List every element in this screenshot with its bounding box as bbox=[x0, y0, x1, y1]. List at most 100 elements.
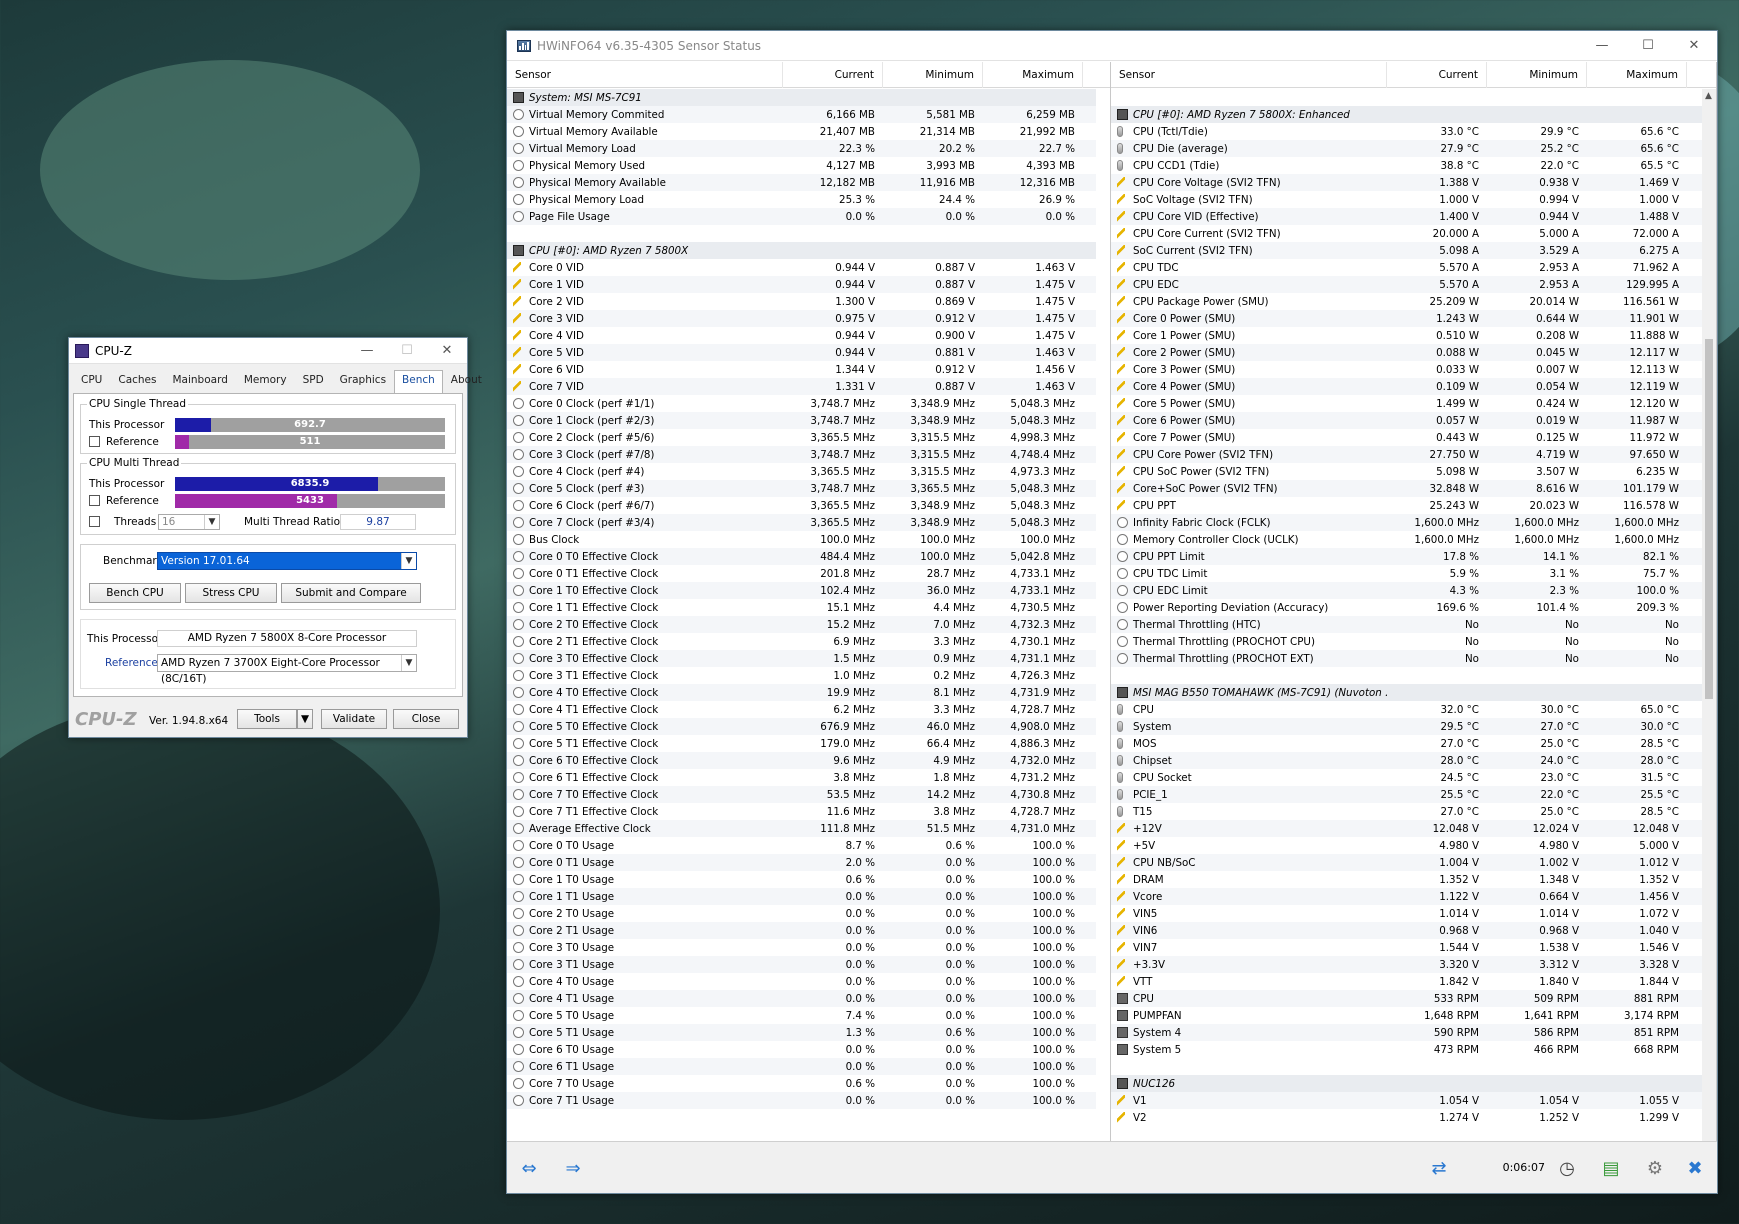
sensor-row[interactable]: System 29.5 °C 27.0 °C 30.0 °C bbox=[1111, 718, 1702, 735]
sensor-row[interactable]: VIN6 0.968 V 0.968 V 1.040 V bbox=[1111, 922, 1702, 939]
sensor-row[interactable]: Core 0 T0 Usage 8.7 % 0.6 % 100.0 % bbox=[507, 837, 1096, 854]
sensor-row[interactable]: Core 1 T0 Effective Clock 102.4 MHz 36.0 M… bbox=[507, 582, 1096, 599]
sensor-row[interactable]: Core 3 Clock (perf #7/8) 3,748.7 MHz 3,315… bbox=[507, 446, 1096, 463]
sensor-group-header[interactable]: CPU [#0]: AMD Ryzen 7 5800X: Enhanced bbox=[1111, 106, 1702, 123]
sensor-row[interactable]: Core 0 T1 Effective Clock 201.8 MHz 28.7 M… bbox=[507, 565, 1096, 582]
sensor-row[interactable]: CPU EDC 5.570 A 2.953 A 129.995 A bbox=[1111, 276, 1702, 293]
sensor-row[interactable]: Core 0 Power (SMU) 1.243 W 0.644 W 11.901 W bbox=[1111, 310, 1702, 327]
exit-icon[interactable]: ✖ bbox=[1677, 1152, 1713, 1184]
sensor-pane-left[interactable]: Sensor Current Minimum Maximum System: M… bbox=[507, 61, 1111, 1170]
sensor-row[interactable]: Bus Clock 100.0 MHz 100.0 MHz 100.0 MHz bbox=[507, 531, 1096, 548]
sensor-row[interactable]: CPU (Tctl/Tdie) 33.0 °C 29.9 °C 65.6 °C bbox=[1111, 123, 1702, 140]
sensor-row[interactable]: Thermal Throttling (HTC) No No No bbox=[1111, 616, 1702, 633]
sensor-row[interactable]: CPU 533 RPM 509 RPM 881 RPM bbox=[1111, 990, 1702, 1007]
sensor-row[interactable]: Core 3 T1 Usage 0.0 % 0.0 % 100.0 % bbox=[507, 956, 1096, 973]
sensor-row[interactable]: Core 7 Power (SMU) 0.443 W 0.125 W 11.972 W bbox=[1111, 429, 1702, 446]
sensor-row[interactable]: Virtual Memory Available 21,407 MB 21,314 … bbox=[507, 123, 1096, 140]
clock-reset-icon[interactable]: ◷ bbox=[1549, 1152, 1585, 1184]
reference-select[interactable]: AMD Ryzen 7 3700X Eight-Core Processor (… bbox=[157, 654, 417, 685]
sensor-row[interactable]: Core 2 T0 Usage 0.0 % 0.0 % 100.0 % bbox=[507, 905, 1096, 922]
sensor-row[interactable]: +5V 4.980 V 4.980 V 5.000 V bbox=[1111, 837, 1702, 854]
close-icon[interactable]: ✕ bbox=[427, 338, 467, 364]
sensor-row[interactable]: CPU Die (average) 27.9 °C 25.2 °C 65.6 °C bbox=[1111, 140, 1702, 157]
sensor-row[interactable]: CPU 32.0 °C 30.0 °C 65.0 °C bbox=[1111, 701, 1702, 718]
sensor-row[interactable]: Core 6 T0 Effective Clock 9.6 MHz 4.9 MHz 4… bbox=[507, 752, 1096, 769]
sensor-row[interactable]: +3.3V 3.320 V 3.312 V 3.328 V bbox=[1111, 956, 1702, 973]
sensor-row[interactable]: VIN5 1.014 V 1.014 V 1.072 V bbox=[1111, 905, 1702, 922]
tools-dropdown-icon[interactable]: ▼ bbox=[297, 709, 313, 729]
sensor-row[interactable]: VIN7 1.544 V 1.538 V 1.546 V bbox=[1111, 939, 1702, 956]
network-icon[interactable]: ⇄ bbox=[1421, 1152, 1457, 1184]
sensor-row[interactable]: Core 3 T0 Usage 0.0 % 0.0 % 100.0 % bbox=[507, 939, 1096, 956]
sensor-row[interactable]: Core 3 VID 0.975 V 0.912 V 1.475 V bbox=[507, 310, 1096, 327]
threads-select[interactable]: 16 ▼ bbox=[158, 513, 220, 530]
sensor-row[interactable]: CPU EDC Limit 4.3 % 2.3 % 100.0 % bbox=[1111, 582, 1702, 599]
sensor-row[interactable]: Core 5 Clock (perf #3) 3,748.7 MHz 3,365.5… bbox=[507, 480, 1096, 497]
sensor-row[interactable]: CPU SoC Power (SVI2 TFN) 5.098 W 3.507 W 6.… bbox=[1111, 463, 1702, 480]
sensor-row[interactable]: Core 6 T1 Effective Clock 3.8 MHz 1.8 MHz 4… bbox=[507, 769, 1096, 786]
sensor-row[interactable]: Core 2 VID 1.300 V 0.869 V 1.475 V bbox=[507, 293, 1096, 310]
sensor-row[interactable]: Average Effective Clock 111.8 MHz 51.5 MHz… bbox=[507, 820, 1096, 837]
minimize-icon[interactable]: — bbox=[347, 338, 387, 364]
sensor-row[interactable]: Core 6 T1 Usage 0.0 % 0.0 % 100.0 % bbox=[507, 1058, 1096, 1075]
sensor-row[interactable]: CPU CCD1 (Tdie) 38.8 °C 22.0 °C 65.5 °C bbox=[1111, 157, 1702, 174]
sensor-row[interactable]: Core 7 Clock (perf #3/4) 3,365.5 MHz 3,348… bbox=[507, 514, 1096, 531]
header-minimum[interactable]: Minimum bbox=[1487, 61, 1587, 88]
sensor-row[interactable]: PCIE_1 25.5 °C 22.0 °C 25.5 °C bbox=[1111, 786, 1702, 803]
sensor-group-header[interactable]: System: MSI MS-7C91 bbox=[507, 89, 1096, 106]
sensor-row[interactable]: Core 0 Clock (perf #1/1) 3,748.7 MHz 3,348… bbox=[507, 395, 1096, 412]
sensor-row[interactable]: Core 7 T1 Usage 0.0 % 0.0 % 100.0 % bbox=[507, 1092, 1096, 1109]
sensor-row[interactable]: Core 6 T0 Usage 0.0 % 0.0 % 100.0 % bbox=[507, 1041, 1096, 1058]
sensor-group-header[interactable]: MSI MAG B550 TOMAHAWK (MS-7C91) (Nuvoton… bbox=[1111, 684, 1702, 701]
sensor-row[interactable]: Virtual Memory Load 22.3 % 20.2 % 22.7 % bbox=[507, 140, 1096, 157]
header-maximum[interactable]: Maximum bbox=[983, 61, 1083, 88]
sensor-row[interactable]: SoC Current (SVI2 TFN) 5.098 A 3.529 A 6.27… bbox=[1111, 242, 1702, 259]
sensor-row[interactable]: Core 5 T1 Usage 1.3 % 0.6 % 100.0 % bbox=[507, 1024, 1096, 1041]
sensor-row[interactable]: Core 1 T1 Effective Clock 15.1 MHz 4.4 MHz… bbox=[507, 599, 1096, 616]
log-file-icon[interactable]: ▤ bbox=[1593, 1152, 1629, 1184]
benchmark-version-select[interactable]: Version 17.01.64 ▼ bbox=[157, 552, 417, 570]
close-icon[interactable]: ✕ bbox=[1671, 31, 1717, 61]
sensor-row[interactable]: +12V 12.048 V 12.024 V 12.048 V bbox=[1111, 820, 1702, 837]
sensor-row[interactable]: Core 2 Power (SMU) 0.088 W 0.045 W 12.117 W bbox=[1111, 344, 1702, 361]
sensor-row[interactable]: Core 5 VID 0.944 V 0.881 V 1.463 V bbox=[507, 344, 1096, 361]
arrows-left-right-icon[interactable]: ⇔ bbox=[511, 1152, 547, 1184]
sensor-row[interactable]: Core 7 T0 Usage 0.6 % 0.0 % 100.0 % bbox=[507, 1075, 1096, 1092]
sensor-row[interactable]: CPU TDC 5.570 A 2.953 A 71.962 A bbox=[1111, 259, 1702, 276]
tab-mainboard[interactable]: Mainboard bbox=[164, 370, 235, 394]
sensor-row[interactable]: CPU Core Current (SVI2 TFN) 20.000 A 5.000… bbox=[1111, 225, 1702, 242]
sensor-row[interactable]: CPU TDC Limit 5.9 % 3.1 % 75.7 % bbox=[1111, 565, 1702, 582]
multi-reference-checkbox[interactable] bbox=[89, 495, 100, 506]
sensor-group-header[interactable]: NUC126 bbox=[1111, 1075, 1702, 1092]
sensor-row[interactable]: SoC Voltage (SVI2 TFN) 1.000 V 0.994 V 1.00… bbox=[1111, 191, 1702, 208]
settings-gear-icon[interactable]: ⚙ bbox=[1637, 1152, 1673, 1184]
sensor-row[interactable]: Vcore 1.122 V 0.664 V 1.456 V bbox=[1111, 888, 1702, 905]
tab-spd[interactable]: SPD bbox=[295, 370, 332, 394]
sensor-row[interactable]: DRAM 1.352 V 1.348 V 1.352 V bbox=[1111, 871, 1702, 888]
sensor-row[interactable]: Core 2 T1 Effective Clock 6.9 MHz 3.3 MHz 4… bbox=[507, 633, 1096, 650]
close-button[interactable]: Close bbox=[393, 709, 459, 729]
sensor-row[interactable]: Page File Usage 0.0 % 0.0 % 0.0 % bbox=[507, 208, 1096, 225]
sensor-row[interactable]: Core 2 Clock (perf #5/6) 3,365.5 MHz 3,315… bbox=[507, 429, 1096, 446]
header-current[interactable]: Current bbox=[783, 61, 883, 88]
sensor-row[interactable]: Thermal Throttling (PROCHOT EXT) No No No bbox=[1111, 650, 1702, 667]
sensor-row[interactable]: Core 3 T0 Effective Clock 1.5 MHz 0.9 MHz 4… bbox=[507, 650, 1096, 667]
sensor-row[interactable]: Core+SoC Power (SVI2 TFN) 32.848 W 8.616 W… bbox=[1111, 480, 1702, 497]
sensor-row[interactable]: CPU Core Voltage (SVI2 TFN) 1.388 V 0.938 … bbox=[1111, 174, 1702, 191]
sensor-row[interactable]: CPU PPT Limit 17.8 % 14.1 % 82.1 % bbox=[1111, 548, 1702, 565]
sensor-row[interactable]: Core 5 Power (SMU) 1.499 W 0.424 W 12.120 W bbox=[1111, 395, 1702, 412]
tab-graphics[interactable]: Graphics bbox=[332, 370, 394, 394]
sensor-row[interactable]: Core 4 T0 Usage 0.0 % 0.0 % 100.0 % bbox=[507, 973, 1096, 990]
sensor-row[interactable]: Thermal Throttling (PROCHOT CPU) No No No bbox=[1111, 633, 1702, 650]
sensor-row[interactable]: Physical Memory Available 12,182 MB 11,916… bbox=[507, 174, 1096, 191]
tools-button[interactable]: Tools bbox=[237, 709, 297, 729]
sensor-row[interactable]: Core 3 T1 Effective Clock 1.0 MHz 0.2 MHz 4… bbox=[507, 667, 1096, 684]
sensor-row[interactable]: Core 2 T1 Usage 0.0 % 0.0 % 100.0 % bbox=[507, 922, 1096, 939]
sensor-row[interactable]: Core 1 Power (SMU) 0.510 W 0.208 W 11.888 W bbox=[1111, 327, 1702, 344]
header-sensor[interactable]: Sensor bbox=[507, 61, 783, 88]
sensor-row[interactable]: VTT 1.842 V 1.840 V 1.844 V bbox=[1111, 973, 1702, 990]
reference-label[interactable]: Reference bbox=[105, 657, 158, 669]
stress-cpu-button[interactable]: Stress CPU bbox=[185, 583, 277, 603]
sensor-row[interactable]: System 4 590 RPM 586 RPM 851 RPM bbox=[1111, 1024, 1702, 1041]
sensor-row[interactable]: Virtual Memory Commited 6,166 MB 5,581 MB 6… bbox=[507, 106, 1096, 123]
